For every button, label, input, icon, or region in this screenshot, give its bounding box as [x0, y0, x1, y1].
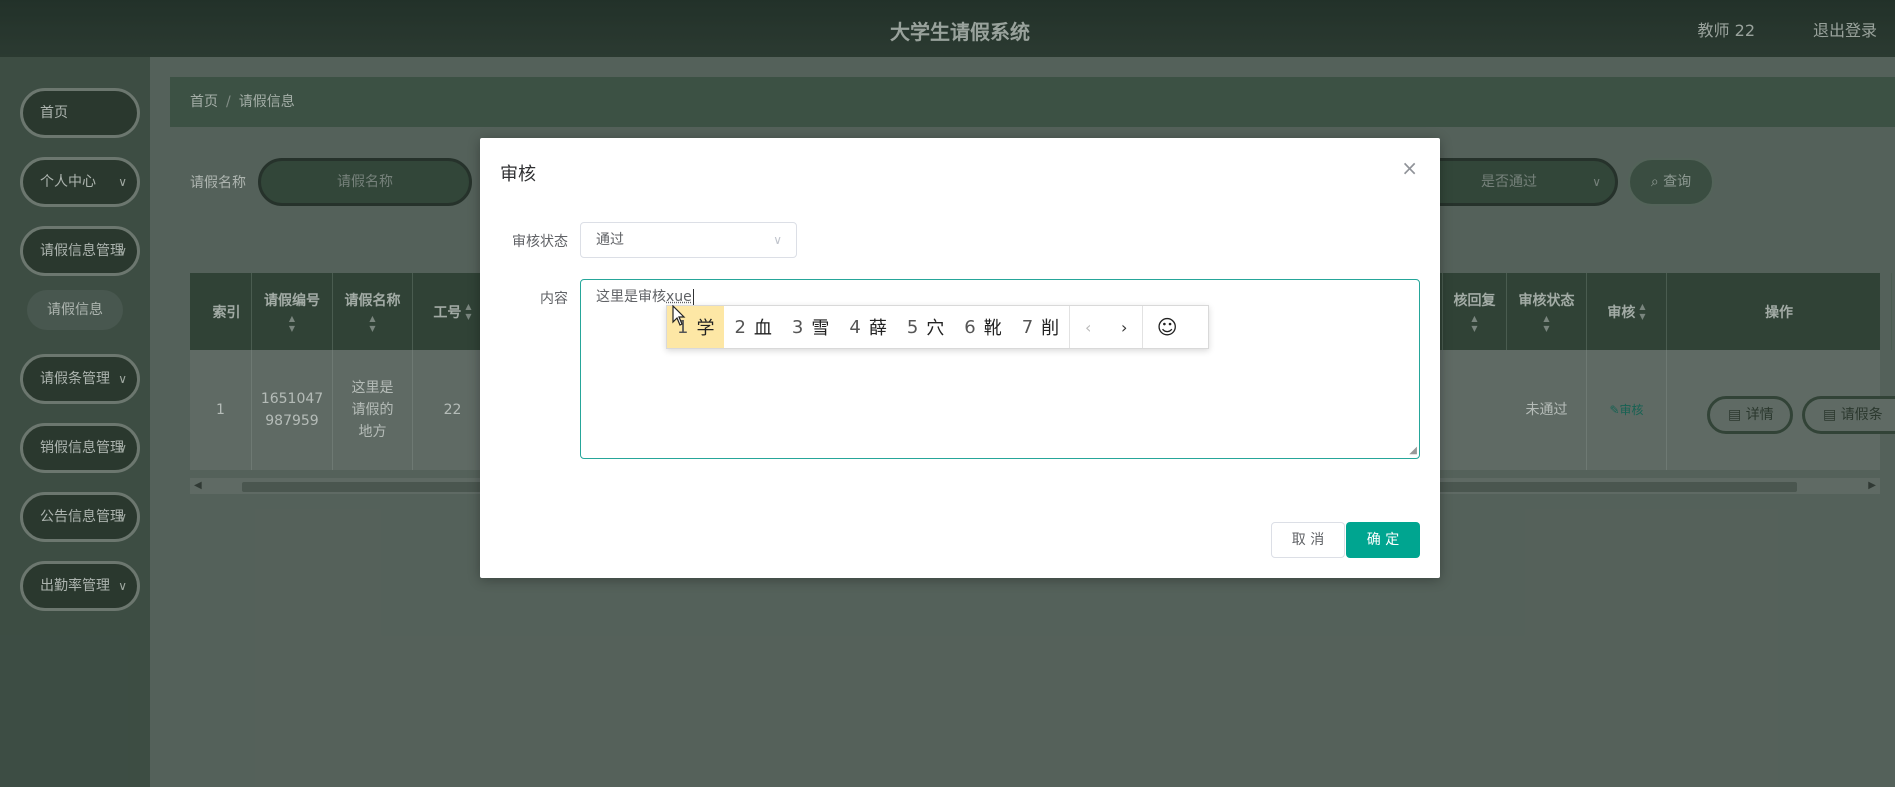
ime-candidate[interactable]: 6靴	[954, 306, 1011, 348]
audit-status-select[interactable]: 通过 ∨	[580, 222, 797, 258]
ime-candidate-char: 血	[753, 318, 772, 339]
content-text: 这里是审核	[596, 289, 666, 305]
ime-candidate-number: 3	[791, 316, 804, 338]
ime-candidate-char: 薛	[868, 318, 887, 339]
ime-candidate-number: 7	[1021, 316, 1034, 338]
mouse-pointer-icon	[672, 305, 686, 326]
ime-candidate-char: 学	[696, 318, 715, 339]
ime-candidate[interactable]: 4薛	[839, 306, 896, 348]
ime-candidate[interactable]: 2血	[724, 306, 781, 348]
ime-candidate-number: 2	[734, 316, 746, 338]
ime-next-page-icon[interactable]: ›	[1106, 306, 1142, 348]
ime-candidate-char: 靴	[983, 318, 1002, 339]
confirm-button[interactable]: 确 定	[1346, 522, 1420, 558]
status-label: 审核状态	[512, 234, 568, 250]
content-label: 内容	[540, 291, 568, 307]
ime-candidate-number: 5	[906, 316, 919, 338]
ime-candidate[interactable]: 3雪	[782, 306, 839, 348]
ime-candidate-char: 雪	[811, 318, 830, 339]
ime-candidate-number: 6	[964, 316, 976, 338]
ime-composition: xue	[666, 289, 692, 305]
ime-candidate-number: 4	[849, 316, 861, 338]
ime-candidate-char: 削	[1041, 318, 1060, 339]
ime-candidate-bar: 1学 2血 3雪 4薛 5穴 6靴 7削 ‹ › ☺	[666, 305, 1209, 349]
close-icon[interactable]: ×	[1401, 156, 1418, 180]
chevron-down-icon: ∨	[773, 233, 782, 247]
dialog-title: 审核	[500, 164, 536, 185]
ime-candidate-char: 穴	[926, 318, 945, 339]
text-caret	[692, 289, 694, 305]
ime-prev-page-icon[interactable]: ‹	[1070, 306, 1106, 348]
select-value: 通过	[596, 232, 624, 248]
ime-candidate[interactable]: 7削	[1012, 306, 1069, 348]
cancel-button[interactable]: 取 消	[1271, 522, 1345, 558]
resize-handle-icon[interactable]: ◢	[1409, 445, 1417, 456]
emoji-icon[interactable]: ☺	[1143, 306, 1191, 348]
ime-candidate[interactable]: 5穴	[897, 306, 954, 348]
audit-dialog: 审核 × 审核状态 通过 ∨ 内容 这里是审核xue ◢ 1学 2血 3雪 4薛 …	[480, 138, 1440, 578]
